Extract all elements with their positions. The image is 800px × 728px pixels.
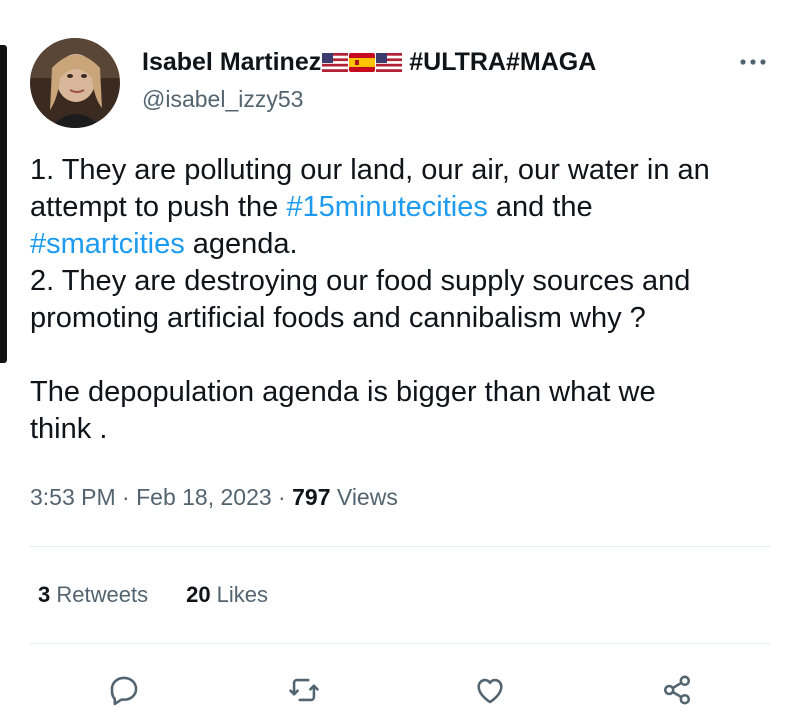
scrollbar-edge [0,45,7,363]
author-name-tag: #ULTRA#MAGA [409,47,597,76]
tweet-line: attempt to push the #15minutecities and … [30,189,790,226]
retweet-icon[interactable] [284,670,324,710]
divider [30,643,770,644]
author-display-name[interactable]: Isabel Martinez [142,48,321,77]
tweet-stats: 3 Retweets 20 Likes [38,582,268,608]
tweet-text: 1. They are polluting our land, our air,… [30,152,790,448]
tweet-date[interactable]: Feb 18, 2023 [136,484,272,510]
retweets-label: Retweets [50,582,149,607]
retweets-count: 3 [38,582,51,607]
retweets-stat[interactable]: 3 Retweets [38,582,148,608]
like-icon[interactable] [470,670,510,710]
spain-flag-icon [349,52,376,72]
likes-count: 20 [186,582,211,607]
tweet-line: think . [30,413,108,445]
more-options-icon[interactable] [735,50,771,74]
tweet-line: The depopulation agenda is bigger than w… [30,376,656,408]
tweet-text-fragment: attempt to push the [30,191,287,223]
hashtag-link[interactable]: #15minutecities [286,191,488,223]
meta-separator: · [115,484,137,510]
views-label[interactable]: Views [331,484,398,510]
tweet-text-fragment: and the [487,191,593,223]
divider [30,546,770,547]
author-handle[interactable]: @isabel_izzy53 [142,86,303,113]
us-flag-icon [376,52,403,72]
hashtag-link[interactable]: #smartcities [30,228,185,260]
tweet-line: promoting artificial foods and cannibali… [30,302,646,334]
meta-separator: · [271,484,293,510]
reply-icon[interactable] [104,670,144,710]
tweet-line: 2. They are destroying our food supply s… [30,265,691,297]
tweet-meta: 3:53 PM · Feb 18, 2023 · 797 Views [30,484,398,511]
likes-label: Likes [210,582,269,607]
author-name-row[interactable]: Isabel Martinez #ULTRA#MAGA [142,45,596,79]
tweet-time[interactable]: 3:53 PM [30,484,116,510]
avatar[interactable] [30,38,120,128]
tweet-text-fragment: agenda. [184,228,298,260]
us-flag-icon [322,52,349,72]
likes-stat[interactable]: 20 Likes [186,582,268,608]
tweet-line: #smartcities agenda. [30,226,790,263]
views-count[interactable]: 797 [292,484,330,510]
share-icon[interactable] [657,670,697,710]
tweet-line: 1. They are polluting our land, our air,… [30,154,710,186]
